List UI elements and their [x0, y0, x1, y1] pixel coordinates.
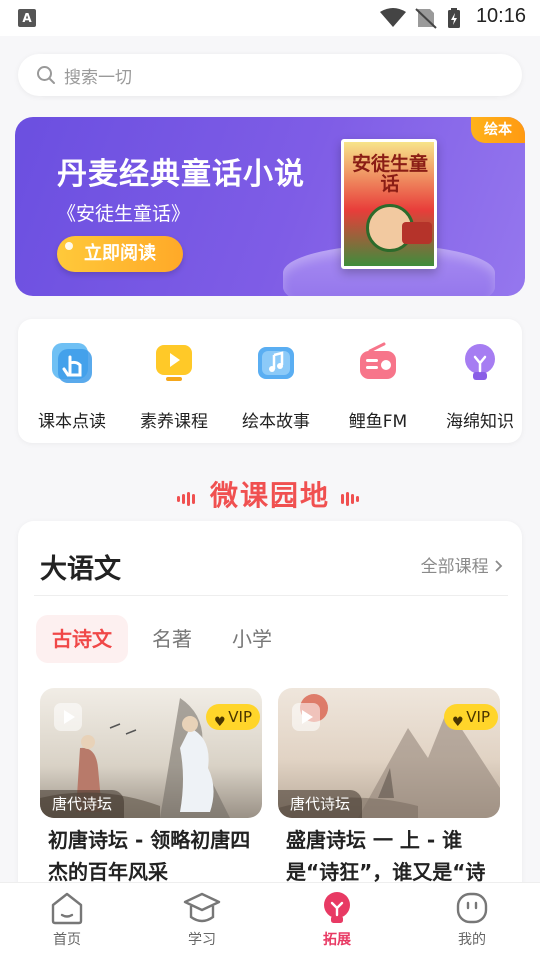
diamond-heart-icon: ♥	[214, 715, 226, 730]
nav-home[interactable]: 首页	[27, 891, 107, 957]
quick-entry-label: 课本点读	[38, 412, 106, 432]
quick-entry-label: 鲤鱼FM	[348, 412, 408, 432]
course-category-title: 大语文	[40, 554, 121, 585]
profile-icon	[456, 892, 488, 924]
video-title[interactable]: 盛唐诗坛 一 上 - 谁是“诗狂”，谁又是“诗	[286, 824, 506, 888]
video-tag: 唐代诗坛	[278, 790, 363, 818]
search-icon	[37, 66, 55, 84]
quick-entry-card: 课本点读 素养课程 绘本故事 鲤鱼FM 海绵知识	[18, 319, 522, 443]
quick-entry-picture-books[interactable]: 绘本故事	[224, 337, 328, 433]
vip-badge: ♥ VIP	[444, 704, 498, 730]
nav-study[interactable]: 学习	[162, 891, 242, 957]
search-input[interactable]: 搜索一切	[18, 54, 522, 96]
book-title: 安徒生童话	[351, 153, 428, 195]
vip-label: VIP	[228, 708, 252, 726]
status-bar: A 10:16	[0, 0, 540, 36]
banner-title: 丹麦经典童话小说	[57, 157, 305, 192]
read-now-button[interactable]: 立即阅读	[57, 236, 183, 272]
nav-label: 我的	[458, 932, 486, 948]
play-icon	[54, 703, 82, 731]
lightbulb-icon	[324, 892, 350, 923]
video-tag: 唐代诗坛	[40, 790, 125, 818]
video-card[interactable]: ♥ VIP 唐代诗坛	[40, 688, 262, 818]
all-courses-label: 全部课程	[420, 557, 489, 577]
search-placeholder: 搜索一切	[64, 68, 132, 88]
quick-entry-fm[interactable]: 鲤鱼FM	[326, 337, 430, 433]
section-heading: 微课园地	[0, 474, 540, 514]
diamond-heart-icon: ♥	[452, 715, 464, 730]
divider	[34, 595, 508, 596]
nav-profile[interactable]: 我的	[432, 891, 512, 957]
quick-entry-textbook[interactable]: 课本点读	[20, 337, 124, 433]
heading-decoration-right	[340, 488, 360, 506]
chevron-right-icon	[495, 560, 503, 572]
video-title[interactable]: 初唐诗坛 - 领略初唐四杰的百年风采	[48, 824, 268, 888]
no-sim-icon	[415, 8, 437, 29]
play-icon	[292, 703, 320, 731]
section-title: 微课园地	[209, 479, 330, 512]
tab-classics[interactable]: 名著	[140, 615, 204, 663]
quick-entry-label: 绘本故事	[242, 412, 310, 432]
lightbulb-icon	[465, 344, 495, 380]
graduation-cap-icon	[183, 892, 221, 923]
finger-tap-icon	[52, 343, 92, 383]
wifi-icon	[380, 8, 406, 27]
vip-badge: ♥ VIP	[206, 704, 260, 730]
video-card[interactable]: ♥ VIP 唐代诗坛	[278, 688, 500, 818]
all-courses-link[interactable]: 全部课程	[421, 552, 504, 577]
notification-icon: A	[18, 9, 36, 27]
tab-classical-poetry[interactable]: 古诗文	[36, 615, 128, 663]
nav-label: 学习	[188, 932, 216, 948]
nav-label: 拓展	[323, 932, 351, 948]
vip-label: VIP	[466, 708, 490, 726]
banner-tag: 绘本	[471, 117, 525, 143]
play-screen-icon	[156, 345, 192, 381]
heading-decoration-left	[176, 488, 196, 506]
banner-subtitle: 《安徒生童话》	[57, 203, 191, 225]
status-icons	[380, 8, 460, 29]
read-now-label: 立即阅读	[84, 243, 156, 264]
nav-explore[interactable]: 拓展	[297, 891, 377, 957]
music-book-icon	[258, 347, 294, 379]
nav-label: 首页	[53, 932, 81, 948]
tab-primary-school[interactable]: 小学	[220, 615, 284, 663]
promo-banner[interactable]: 丹麦经典童话小说 《安徒生童话》 立即阅读 安徒生童话 绘本	[15, 117, 525, 296]
quick-entry-label: 素养课程	[140, 412, 208, 432]
book-illustration-detail	[402, 222, 432, 244]
home-icon	[51, 892, 83, 925]
bottom-tab-bar: 首页 学习 拓展 我的	[0, 882, 540, 960]
quick-entry-courses[interactable]: 素养课程	[122, 337, 226, 433]
status-time: 10:16	[475, 5, 526, 27]
radio-icon	[360, 342, 396, 379]
sparkle-icon	[65, 242, 73, 250]
quick-entry-label: 海绵知识	[446, 412, 514, 432]
quick-entry-knowledge[interactable]: 海绵知识	[428, 337, 532, 433]
book-cover: 安徒生童话	[341, 139, 437, 269]
battery-charging-icon	[448, 8, 460, 28]
